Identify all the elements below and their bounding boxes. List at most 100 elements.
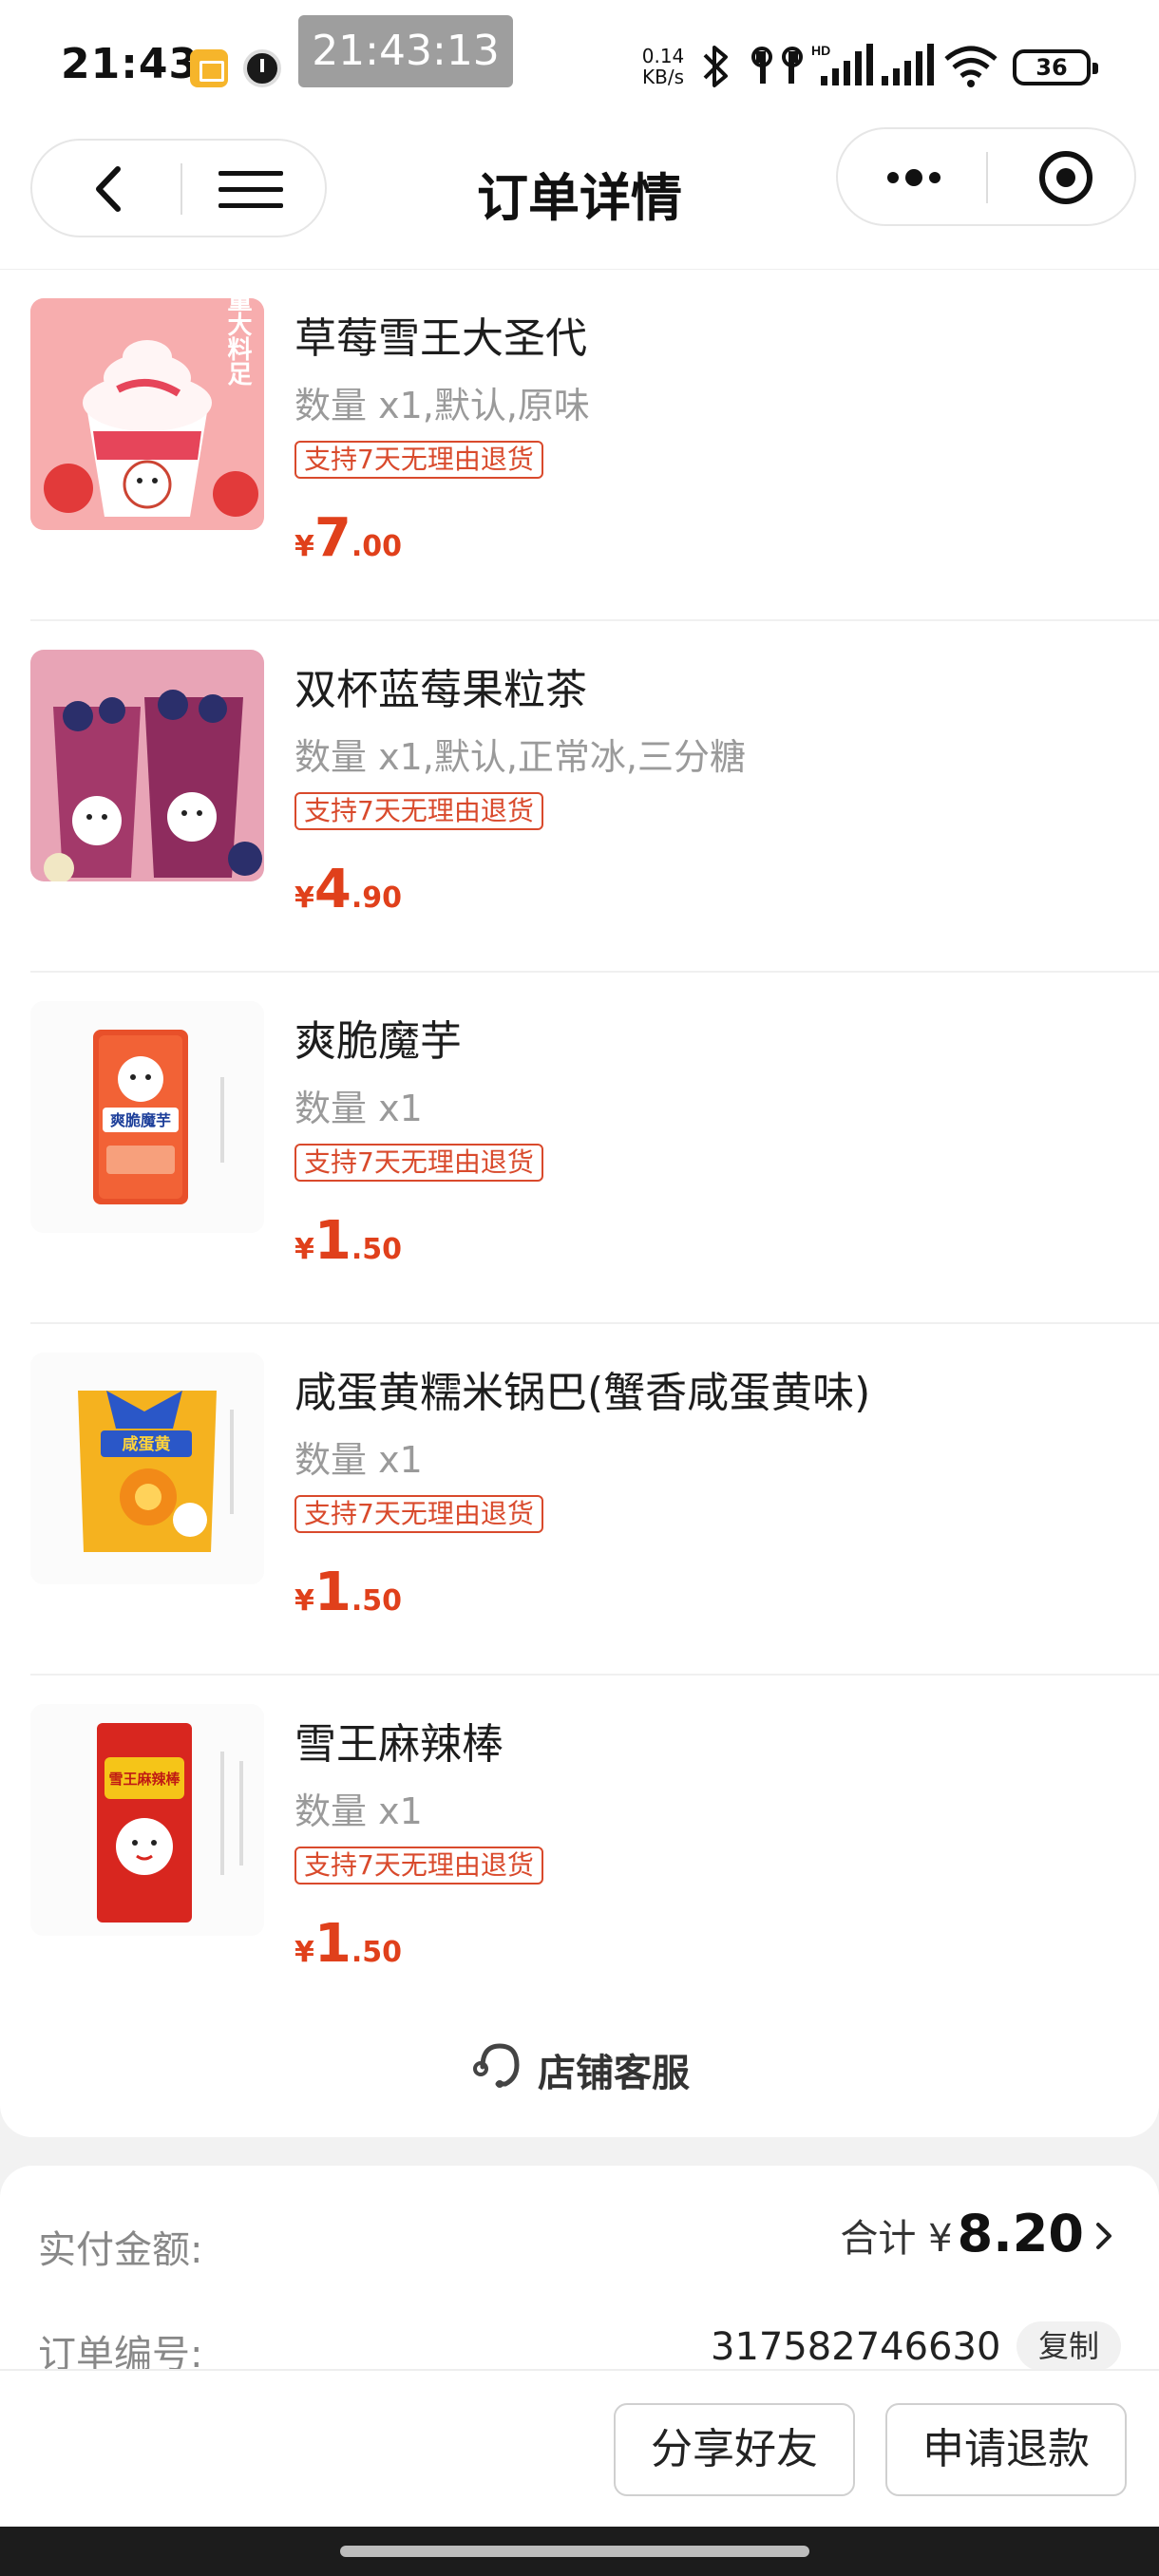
gesture-area	[0, 2527, 1159, 2576]
price-decimal: .90	[351, 881, 402, 915]
price-integer: 1	[314, 1913, 352, 1975]
chevron-left-icon	[96, 166, 121, 212]
product-price: ¥1.50	[294, 1210, 402, 1272]
price-decimal: .00	[351, 530, 402, 563]
share-button[interactable]: 分享好友	[614, 2403, 855, 2496]
product-thumbnail: 量大料足	[30, 298, 264, 530]
thumb-label: 咸蛋黄	[123, 1434, 171, 1454]
back-button[interactable]	[61, 156, 156, 222]
paid-amount-label: 实付金额:	[38, 2228, 203, 2272]
product-price: ¥1.50	[294, 1562, 402, 1623]
network-speed: 0.14 KB/s	[635, 46, 692, 87]
menu-button[interactable]	[203, 156, 298, 222]
product-name: 爽脆魔芋	[294, 1017, 462, 1066]
order-number: 317582746630	[711, 2325, 1001, 2369]
clock-badge: 21:43:13	[298, 15, 513, 87]
return-policy-tag: 支持7天无理由退货	[294, 1847, 543, 1885]
customer-service-icon	[473, 2043, 520, 2088]
mini-program-capsule	[836, 127, 1136, 226]
product-spec: 数量 x1	[294, 1790, 423, 1832]
product-name: 咸蛋黄糯米锅巴(蟹香咸蛋黄味)	[294, 1369, 871, 1417]
price-decimal: .50	[351, 1233, 402, 1266]
return-policy-tag: 支持7天无理由退货	[294, 441, 543, 479]
close-mini-program-button[interactable]	[1018, 144, 1113, 211]
thumb-label: 雪王麻辣棒	[108, 1771, 180, 1788]
product-price: ¥7.00	[294, 507, 402, 569]
store-service-label: 店铺客服	[538, 2052, 690, 2095]
product-thumbnail	[30, 650, 264, 881]
return-policy-tag: 支持7天无理由退货	[294, 1144, 543, 1182]
capsule-divider	[180, 163, 182, 215]
product-name: 草莓雪王大圣代	[294, 314, 587, 363]
refund-button[interactable]: 申请退款	[885, 2403, 1127, 2496]
spicy-stick-image: 雪王麻辣棒	[30, 1704, 264, 1936]
product-thumbnail: 咸蛋黄	[30, 1353, 264, 1584]
signal-icon	[882, 44, 934, 85]
price-integer: 4	[314, 859, 352, 920]
total-prefix: 合计 ¥	[840, 2217, 953, 2261]
currency-symbol: ¥	[294, 530, 314, 563]
hamburger-menu-icon	[218, 171, 283, 208]
nav-capsule-left	[30, 139, 327, 237]
status-bar: 21:43 21:43:13 0.14 KB/s HD 36	[0, 0, 1159, 133]
konjac-snack-image: 爽脆魔芋	[30, 1001, 264, 1233]
total-amount-row[interactable]: 合计 ¥ 8.20	[840, 2204, 1117, 2263]
total-amount: 8.20	[957, 2204, 1084, 2263]
blueberry-tea-image	[30, 650, 264, 881]
bluetooth-icon	[703, 46, 728, 87]
status-time: 21:43	[61, 40, 200, 88]
more-dots-icon	[887, 169, 940, 186]
notes-app-icon	[190, 49, 228, 87]
product-spec: 数量 x1	[294, 1439, 423, 1481]
price-decimal: .50	[351, 1584, 402, 1618]
thumb-slogan: 量大料足	[223, 298, 252, 387]
order-item[interactable]: 爽脆魔芋 爽脆魔芋 数量 x1 支持7天无理由退货 ¥1.50	[0, 973, 1159, 1324]
order-item[interactable]: 咸蛋黄 咸蛋黄糯米锅巴(蟹香咸蛋黄味) 数量 x1 支持7天无理由退货 ¥1.5…	[0, 1324, 1159, 1676]
strawberry-sundae-image: 量大料足	[30, 298, 264, 530]
product-price: ¥4.90	[294, 859, 402, 920]
price-integer: 7	[314, 507, 352, 569]
order-summary-card: 实付金额: 合计 ¥ 8.20 订单编号: 317582746630 复制	[0, 2166, 1159, 2377]
currency-symbol: ¥	[294, 1233, 314, 1266]
order-item[interactable]: 雪王麻辣棒 雪王麻辣棒 数量 x1 支持7天无理由退货 ¥1.50	[0, 1676, 1159, 2027]
thumb-label: 爽脆魔芋	[110, 1111, 171, 1129]
product-name: 雪王麻辣棒	[294, 1720, 504, 1769]
hd-label: HD	[811, 43, 830, 58]
product-spec: 数量 x1,默认,正常冰,三分糖	[294, 736, 746, 778]
currency-symbol: ¥	[294, 1936, 314, 1969]
earbuds-icon	[751, 47, 803, 84]
signal-hd-icon: HD	[811, 43, 873, 85]
product-thumbnail: 雪王麻辣棒	[30, 1704, 264, 1936]
egg-yolk-crisps-image: 咸蛋黄	[30, 1353, 264, 1584]
price-decimal: .50	[351, 1936, 402, 1969]
currency-symbol: ¥	[294, 1584, 314, 1618]
copy-button[interactable]: 复制	[1016, 2321, 1121, 2371]
clock-app-icon	[243, 49, 281, 87]
order-item[interactable]: 双杯蓝莓果粒茶 数量 x1,默认,正常冰,三分糖 支持7天无理由退货 ¥4.90	[0, 621, 1159, 973]
product-spec: 数量 x1,默认,原味	[294, 385, 590, 426]
target-circle-icon	[1039, 151, 1092, 204]
price-integer: 1	[314, 1562, 352, 1623]
order-items-card: 量大料足 草莓雪王大圣代 数量 x1,默认,原味 支持7天无理由退货 ¥7.00	[0, 270, 1159, 2137]
page-title: 订单详情	[477, 168, 682, 228]
product-price: ¥1.50	[294, 1913, 402, 1975]
network-speed-value: 0.14	[641, 45, 685, 67]
home-indicator[interactable]	[340, 2546, 809, 2557]
bottom-action-bar: 分享好友 申请退款	[0, 2369, 1159, 2527]
currency-symbol: ¥	[294, 881, 314, 915]
capsule-divider	[986, 152, 988, 203]
store-service-button[interactable]: 店铺客服	[0, 2023, 1159, 2109]
order-item[interactable]: 量大料足 草莓雪王大圣代 数量 x1,默认,原味 支持7天无理由退货 ¥7.00	[0, 270, 1159, 621]
battery-indicator: 36	[1013, 49, 1098, 85]
price-integer: 1	[314, 1210, 352, 1272]
product-spec: 数量 x1	[294, 1088, 423, 1129]
product-thumbnail: 爽脆魔芋	[30, 1001, 264, 1233]
return-policy-tag: 支持7天无理由退货	[294, 1495, 543, 1533]
nav-bar: 订单详情	[0, 127, 1159, 270]
product-name: 双杯蓝莓果粒茶	[294, 666, 587, 714]
network-speed-unit: KB/s	[642, 66, 684, 88]
return-policy-tag: 支持7天无理由退货	[294, 792, 543, 830]
wifi-icon	[944, 46, 998, 87]
chevron-right-icon	[1096, 2223, 1112, 2249]
more-options-button[interactable]	[866, 144, 961, 211]
